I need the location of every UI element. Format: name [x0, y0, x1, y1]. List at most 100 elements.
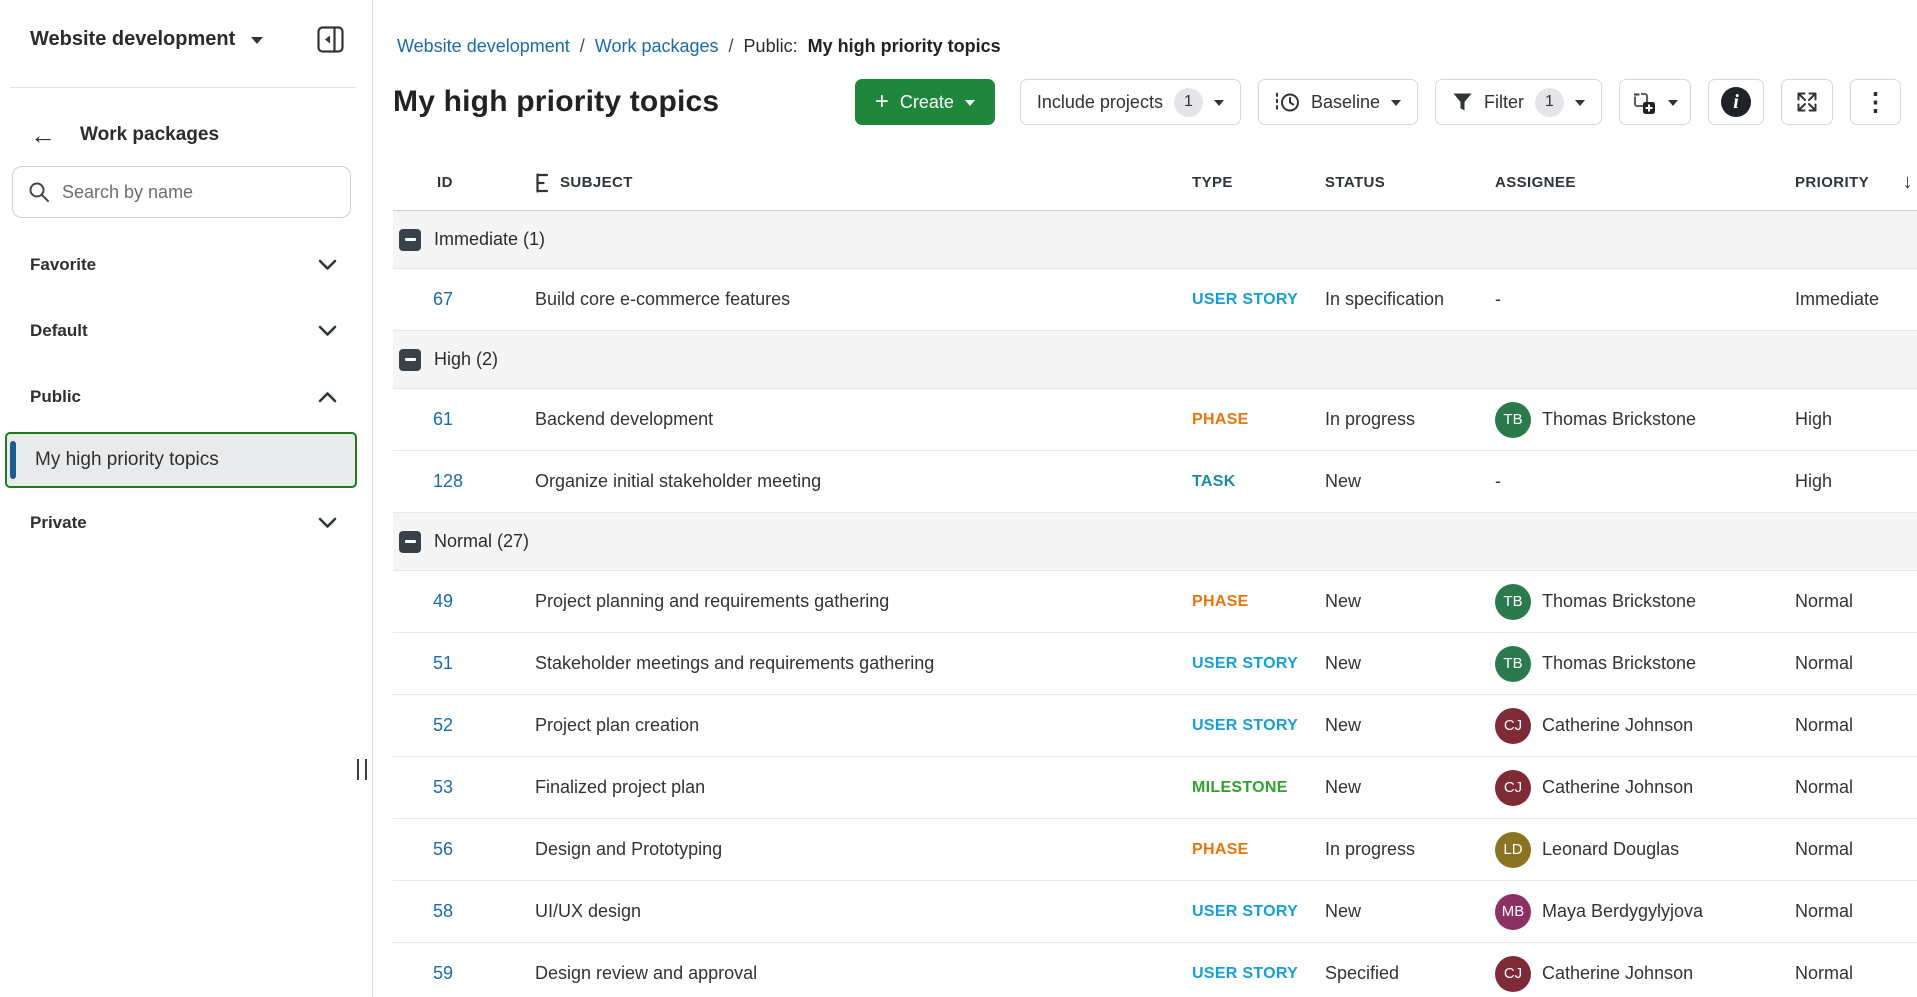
assignee-cell: CJCatherine Johnson [1495, 708, 1693, 744]
work-package-row[interactable]: 49 Project planning and requirements gath… [393, 571, 1917, 633]
assignee-avatar: CJ [1495, 956, 1531, 992]
assignee-name: Thomas Brickstone [1542, 409, 1696, 430]
group-row-immediate[interactable]: Immediate (1) [393, 211, 1917, 269]
create-button[interactable]: + Create [855, 79, 995, 125]
column-header-status[interactable]: STATUS [1325, 174, 1495, 191]
type-cell: USER STORY [1192, 291, 1325, 309]
sidebar-section-favorite[interactable]: Favorite [0, 232, 372, 298]
search-box [12, 166, 351, 218]
type-cell: PHASE [1192, 411, 1325, 429]
hierarchy-icon[interactable] [535, 172, 549, 194]
section-label: Public [30, 387, 81, 407]
assignee-name: Maya Berdygylyjova [1542, 901, 1703, 922]
sidebar-section-public[interactable]: Public [0, 364, 372, 430]
collapse-group-icon[interactable] [399, 531, 421, 553]
id-cell: 61 [393, 409, 535, 430]
subject-cell: Project plan creation [535, 715, 1192, 736]
subject-cell: Finalized project plan [535, 777, 1192, 798]
status-cell: In progress [1325, 839, 1495, 860]
chevron-down-icon [1214, 100, 1224, 106]
baseline-icon [1275, 91, 1300, 114]
collapse-sidebar-button[interactable] [317, 26, 344, 53]
assignee-column-cell: CJCatherine Johnson [1495, 708, 1795, 744]
work-package-row[interactable]: 128Organize initial stakeholder meetingT… [393, 451, 1917, 513]
work-package-id-link[interactable]: 58 [433, 901, 453, 921]
work-package-id-link[interactable]: 67 [433, 289, 453, 309]
app-root: Website development ← Work packages [0, 0, 1917, 997]
column-header-subject[interactable]: SUBJECT [535, 172, 1192, 194]
priority-cell: Normal [1795, 963, 1917, 984]
work-package-id-link[interactable]: 49 [433, 591, 453, 611]
chevron-down-icon [318, 517, 337, 529]
assignee-cell: CJCatherine Johnson [1495, 770, 1693, 806]
status-cell: In progress [1325, 409, 1495, 430]
work-package-id-link[interactable]: 61 [433, 409, 453, 429]
chevron-down-icon [318, 259, 337, 271]
section-label: Favorite [30, 255, 96, 275]
collapse-groups-button[interactable] [1619, 79, 1691, 125]
chevron-down-icon [1391, 100, 1401, 106]
sidebar-header: Website development [0, 0, 372, 53]
breadcrumb-project-link[interactable]: Website development [397, 36, 570, 57]
column-header-subject-label: SUBJECT [560, 174, 633, 191]
include-projects-button[interactable]: Include projects 1 [1020, 79, 1241, 125]
status-cell: New [1325, 901, 1495, 922]
id-cell: 56 [393, 839, 535, 860]
column-header-priority[interactable]: PRIORITY ↓ [1795, 171, 1917, 194]
subject-cell: Project planning and requirements gather… [535, 591, 1192, 612]
work-package-row[interactable]: 59Design review and approvalUSER STORYSp… [393, 943, 1917, 997]
work-package-id-link[interactable]: 51 [433, 653, 453, 673]
work-package-row[interactable]: 61Backend developmentPHASEIn progressTBT… [393, 389, 1917, 451]
assignee-name: Leonard Douglas [1542, 839, 1679, 860]
fullscreen-button[interactable] [1781, 79, 1833, 125]
sidebar-section-private[interactable]: Private [0, 490, 372, 556]
sidebar-section-default[interactable]: Default [0, 298, 372, 364]
chevron-down-icon [965, 100, 975, 106]
column-header-assignee[interactable]: ASSIGNEE [1495, 174, 1795, 191]
group-row-high[interactable]: High (2) [393, 331, 1917, 389]
work-package-row[interactable]: 67Build core e-commerce featuresUSER STO… [393, 269, 1917, 331]
filter-button[interactable]: Filter 1 [1435, 79, 1602, 125]
work-package-id-link[interactable]: 59 [433, 963, 453, 983]
sort-descending-icon: ↓ [1903, 171, 1913, 194]
work-package-id-link[interactable]: 56 [433, 839, 453, 859]
status-cell: New [1325, 715, 1495, 736]
work-package-row[interactable]: 56Design and PrototypingPHASEIn progress… [393, 819, 1917, 881]
work-package-id-link[interactable]: 128 [433, 471, 463, 491]
priority-cell: Normal [1795, 839, 1917, 860]
chevron-down-icon [318, 325, 337, 337]
include-projects-label: Include projects [1037, 92, 1163, 113]
sidebar-item-label: My high priority topics [35, 449, 219, 470]
page-title: My high priority topics [393, 82, 719, 122]
group-row-normal[interactable]: Normal (27) [393, 513, 1917, 571]
sidebar-item-my-high-priority-topics[interactable]: My high priority topics [5, 432, 357, 488]
info-button[interactable]: i [1708, 79, 1764, 125]
work-package-row[interactable]: 53Finalized project planMILESTONENewCJCa… [393, 757, 1917, 819]
sidebar-resize-handle[interactable] [357, 759, 367, 780]
breadcrumb-workpackages-link[interactable]: Work packages [595, 36, 719, 57]
assignee-name: Catherine Johnson [1542, 963, 1693, 984]
column-header-id[interactable]: ID [393, 174, 535, 191]
type-cell: PHASE [1192, 593, 1325, 611]
baseline-button[interactable]: Baseline [1258, 79, 1418, 125]
project-selector[interactable]: Website development [30, 28, 263, 51]
work-package-id-link[interactable]: 52 [433, 715, 453, 735]
subject-cell: Design and Prototyping [535, 839, 1192, 860]
collapse-group-icon[interactable] [399, 349, 421, 371]
search-input[interactable] [62, 182, 335, 203]
wp-table-body: Immediate (1)67Build core e-commerce fea… [393, 211, 1917, 997]
work-package-id-link[interactable]: 53 [433, 777, 453, 797]
work-packages-table: ID SUBJECT TYPE STATUS ASSIGNEE [393, 155, 1917, 997]
subject-cell: Design review and approval [535, 963, 1192, 984]
work-package-row[interactable]: 58UI/UX designUSER STORYNewMBMaya Berdyg… [393, 881, 1917, 943]
assignee-column-cell: LDLeonard Douglas [1495, 832, 1795, 868]
work-package-row[interactable]: 51Stakeholder meetings and requirements … [393, 633, 1917, 695]
back-button[interactable]: ← [30, 124, 56, 146]
more-menu-button[interactable]: ⋮ [1850, 79, 1901, 125]
assignee-empty: - [1495, 471, 1501, 491]
column-header-type[interactable]: TYPE [1192, 174, 1325, 191]
main-content: Website development / Work packages / Pu… [373, 0, 1917, 997]
collapse-group-icon[interactable] [399, 229, 421, 251]
work-package-row[interactable]: 52Project plan creationUSER STORYNewCJCa… [393, 695, 1917, 757]
chevron-down-icon [1575, 100, 1585, 106]
